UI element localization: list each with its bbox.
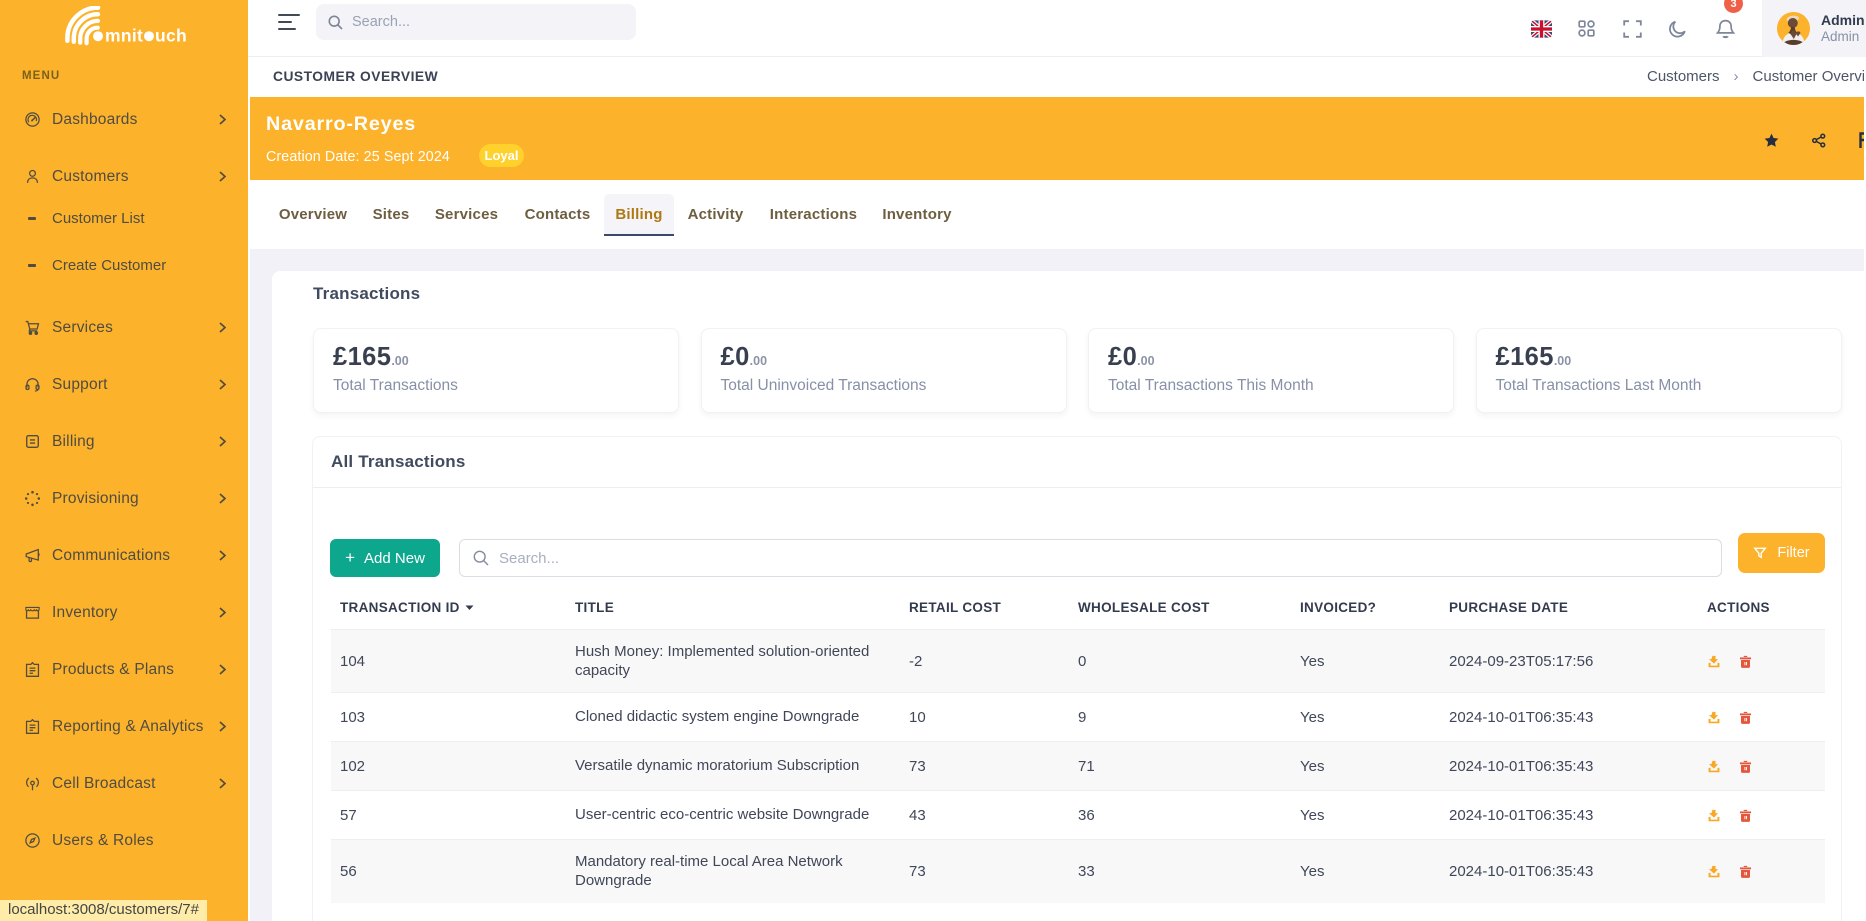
svg-text:mnit: mnit [105, 25, 143, 45]
svg-text:uch: uch [155, 25, 187, 45]
